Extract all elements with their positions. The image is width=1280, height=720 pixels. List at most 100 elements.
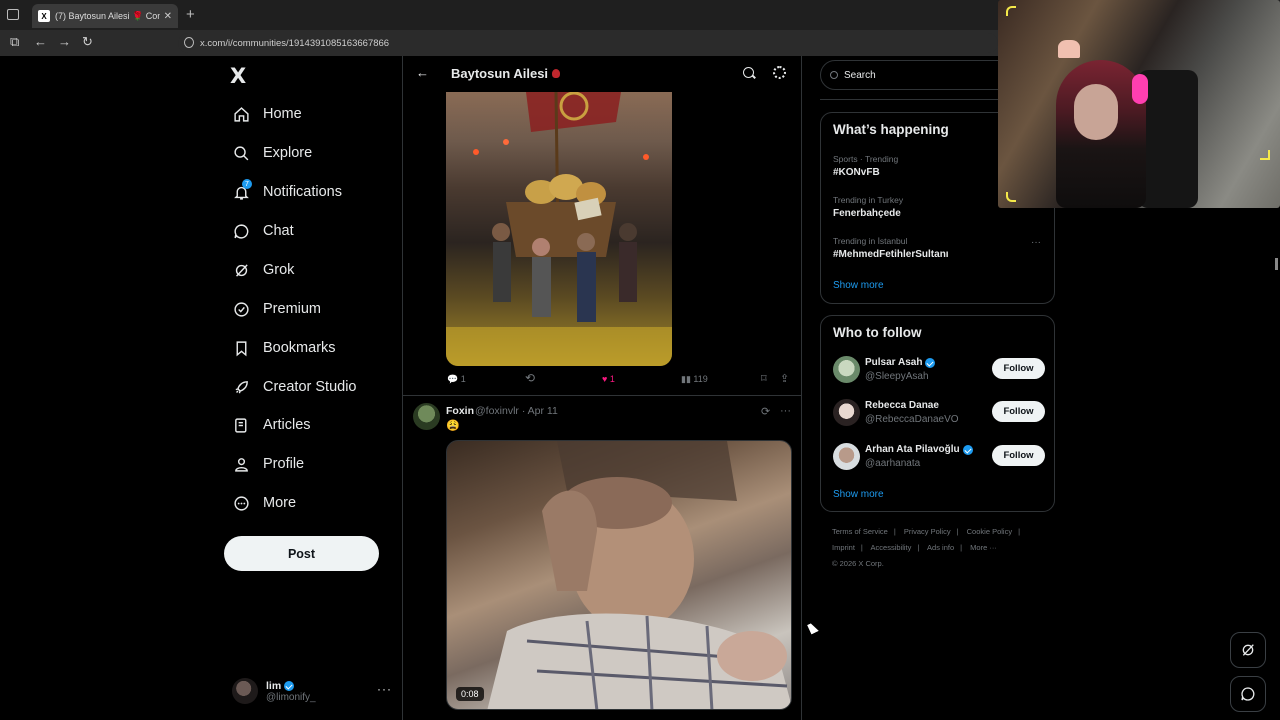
back-arrow-icon[interactable]: ← xyxy=(416,65,429,80)
articles-icon xyxy=(232,416,250,434)
follow-suggestion[interactable]: Rebecca Danae @RebeccaDanaeVO Follow xyxy=(833,399,1047,429)
sidebar-item-profile[interactable]: Profile xyxy=(232,451,304,477)
show-more-link[interactable]: Show more xyxy=(833,489,884,500)
repost-icon[interactable]: ⟲ xyxy=(525,371,535,385)
person-icon xyxy=(232,455,250,473)
avatar[interactable] xyxy=(413,403,440,430)
suggestion-handle: @aarhanata xyxy=(865,458,921,469)
views-button[interactable]: ▮▮ 119 xyxy=(681,374,708,385)
like-button[interactable]: ♥ 1 xyxy=(602,374,615,384)
footer-separator: | xyxy=(956,527,959,536)
footer-separator: | xyxy=(893,527,896,536)
footer-separator: | xyxy=(860,543,863,552)
footer-link[interactable]: Ads info xyxy=(927,543,954,552)
sidebar-toggle-icon[interactable]: ⧉ xyxy=(10,34,19,50)
avatar xyxy=(833,399,860,426)
url-field[interactable]: x.com/i/communities/1914391085163667866 xyxy=(178,33,998,53)
sidebar-item-label: Profile xyxy=(263,456,305,472)
sidebar-item-label: Explore xyxy=(263,145,313,161)
reply-button[interactable]: 💬 1 xyxy=(447,374,466,385)
follow-suggestion[interactable]: Arhan Ata Pilavoğlu @aarhanata Follow xyxy=(833,443,1047,473)
post-button[interactable]: Post xyxy=(224,536,379,571)
premium-icon xyxy=(232,300,250,318)
gear-icon[interactable] xyxy=(773,66,786,79)
author-name[interactable]: Foxin xyxy=(446,405,474,417)
footer-separator: | xyxy=(1018,527,1021,536)
trend-context: Trending in Turkey xyxy=(833,195,904,205)
sidebar-item-grok[interactable]: Grok xyxy=(232,257,294,283)
sidebar-item-home[interactable]: Home xyxy=(232,101,302,127)
video-player[interactable]: 0:08 xyxy=(446,440,792,710)
sidebar-item-label: Premium xyxy=(263,301,322,317)
bookmark-icon[interactable]: ⌑ xyxy=(761,372,767,385)
sidebar-item-creator-studio[interactable]: Creator Studio xyxy=(232,374,357,400)
post-divider xyxy=(403,395,801,396)
search-placeholder: Search xyxy=(844,69,876,81)
chat-icon xyxy=(232,222,250,240)
footer-link[interactable]: Imprint xyxy=(832,543,855,552)
share-icon[interactable]: ⇪ xyxy=(780,372,789,385)
grok-icon[interactable]: ⟳ xyxy=(761,405,770,418)
video-frame-illustration xyxy=(487,441,791,709)
neon-corner xyxy=(1260,150,1270,160)
suggestion-handle: @RebeccaDanaeVO xyxy=(865,414,959,425)
new-tab-button[interactable]: + xyxy=(186,6,195,23)
author-handle-date[interactable]: @foxinvlr · Apr 11 xyxy=(475,405,558,417)
follow-button[interactable]: Follow xyxy=(992,401,1045,422)
follow-button[interactable]: Follow xyxy=(992,358,1045,379)
follow-suggestion[interactable]: Pulsar Asah @SleepyAsah Follow xyxy=(833,356,1047,386)
community-header: ← Baytosun Ailesi xyxy=(403,56,801,92)
account-name: lim xyxy=(266,679,282,692)
sidebar-item-chat[interactable]: Chat xyxy=(232,218,294,244)
more-icon xyxy=(232,494,250,512)
show-more-link[interactable]: Show more xyxy=(833,280,884,291)
more-icon[interactable]: ··· xyxy=(780,405,791,417)
account-handle: @limonify_ xyxy=(266,691,316,703)
forward-arrow-icon[interactable]: → xyxy=(58,34,71,49)
lamp xyxy=(1058,40,1080,58)
footer-separator: | xyxy=(917,543,920,552)
footer-link[interactable]: Privacy Policy xyxy=(904,527,951,536)
grok-icon[interactable] xyxy=(1230,632,1266,668)
browser-tab[interactable]: X (7) Baytosun Ailesi 🌹 Communi ✕ xyxy=(32,4,178,28)
account-switcher[interactable]: lim @limonify_ ··· xyxy=(232,676,392,706)
search-icon[interactable] xyxy=(743,67,754,78)
sidebar-item-explore[interactable]: Explore xyxy=(232,140,312,166)
trend-topic: #KONvFB xyxy=(833,167,880,178)
footer-link[interactable]: Cookie Policy xyxy=(967,527,1012,536)
sidebar-item-notifications[interactable]: 7 Notifications xyxy=(232,179,342,205)
avatar xyxy=(232,678,258,704)
sidebar-item-premium[interactable]: Premium xyxy=(232,296,321,322)
x-logo-icon[interactable]: X xyxy=(230,64,246,88)
back-arrow-icon[interactable]: ← xyxy=(34,34,47,49)
tab-group-icon[interactable] xyxy=(7,9,19,20)
panel-title: Who to follow xyxy=(833,325,922,340)
who-to-follow-panel: Who to follow Pulsar Asah @SleepyAsah Fo… xyxy=(820,315,1055,512)
left-sidebar: X Home Explore 7 Notifications Chat Grok xyxy=(224,56,402,720)
site-info-icon[interactable] xyxy=(184,37,194,48)
chat-icon[interactable] xyxy=(1230,676,1266,712)
trend-item[interactable]: Trending in Turkey Fenerbahçede xyxy=(833,195,903,219)
trend-item[interactable]: Sports · Trending #KONvFB xyxy=(833,154,898,178)
panel-title: What’s happening xyxy=(833,122,949,137)
post-image[interactable] xyxy=(446,92,672,366)
account-more-icon[interactable]: ··· xyxy=(377,682,392,696)
scrollbar-thumb[interactable] xyxy=(1275,258,1278,270)
verified-badge-icon xyxy=(284,680,295,691)
footer-link[interactable]: Accessibility xyxy=(871,543,912,552)
follow-button[interactable]: Follow xyxy=(992,445,1045,466)
trend-topic: Fenerbahçede xyxy=(833,208,901,219)
sidebar-item-bookmarks[interactable]: Bookmarks xyxy=(232,335,336,361)
trend-more-icon[interactable]: ··· xyxy=(1031,237,1041,248)
video-duration: 0:08 xyxy=(456,687,484,701)
trend-item[interactable]: Trending in İstanbul #MehmedFetihlerSult… xyxy=(833,236,949,260)
sidebar-item-articles[interactable]: Articles xyxy=(232,412,311,438)
bell-icon: 7 xyxy=(232,179,252,201)
neon-corner xyxy=(1006,6,1016,16)
reload-icon[interactable]: ↻ xyxy=(82,34,93,50)
footer-link[interactable]: More ··· xyxy=(970,543,997,552)
sidebar-item-label: Chat xyxy=(263,223,294,239)
footer-link[interactable]: Terms of Service xyxy=(832,527,888,536)
tab-close-icon[interactable]: ✕ xyxy=(164,11,172,22)
sidebar-item-more[interactable]: More xyxy=(232,490,296,516)
